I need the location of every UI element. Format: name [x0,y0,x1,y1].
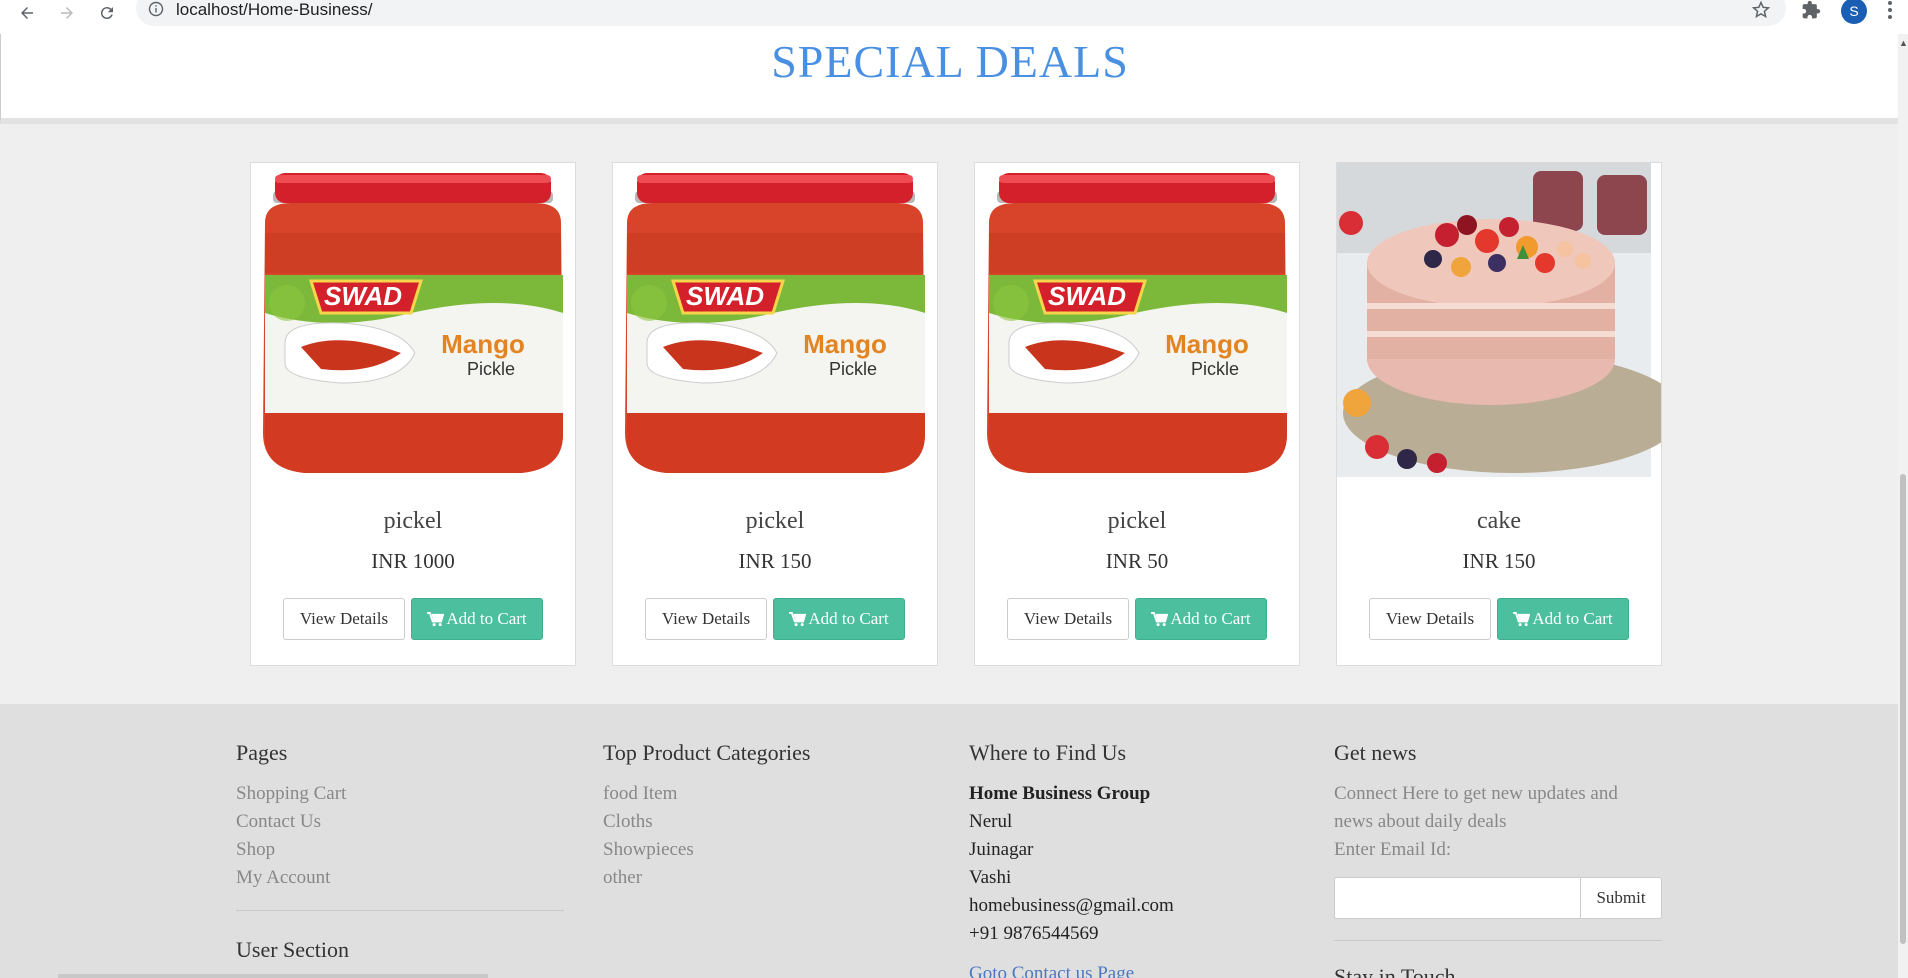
footer-link-contact-us[interactable]: Contact Us [236,808,566,836]
profile-avatar[interactable]: S [1841,0,1867,24]
scrollbar-thumb[interactable] [1900,474,1906,944]
product-card: SWAD Mango Pickle pickel INR 1000 View D… [250,162,576,666]
info-icon[interactable] [148,1,164,17]
view-details-button[interactable]: View Details [1369,598,1491,640]
add-to-cart-label: Add to Cart [808,609,889,628]
extensions-puzzle-icon[interactable] [1801,0,1821,20]
page-content: SPECIAL DEALS SWAD Mango Pickle pickel I… [0,34,1898,978]
forward-arrow-icon[interactable] [56,2,78,24]
product-price: INR 1000 [371,549,455,573]
view-details-label: View Details [661,609,751,628]
footer-pages-heading: Pages [236,740,288,765]
jar-product-subtext: Pickle [467,359,515,379]
jar-product-text: Mango [1165,329,1249,359]
footer-news-column: Get news Connect Here to get new updates… [1334,740,1674,978]
footer-link-showpieces[interactable]: Showpieces [603,836,943,864]
url-text[interactable]: localhost/Home-Business/ [176,0,373,20]
special-deals-header: SPECIAL DEALS [0,34,1898,124]
back-arrow-icon[interactable] [16,2,38,24]
product-name: pickel [1107,508,1167,534]
newsletter-submit-button[interactable]: Submit [1580,877,1662,919]
footer-divider [1334,940,1662,941]
jar-brand-text: SWAD [686,281,764,311]
footer-find-us-column: Where to Find Us Home Business Group Ner… [969,740,1309,978]
vertical-scrollbar[interactable]: ▲ [1898,34,1908,978]
footer-categories-column: Top Product Categories food Item Cloths … [603,740,943,892]
add-to-cart-button[interactable]: Add to Cart [411,598,543,640]
footer-link-cloths[interactable]: Cloths [603,808,943,836]
jar-product-subtext: Pickle [829,359,877,379]
footer-link-food-item[interactable]: food Item [603,780,943,808]
footer-divider [236,910,564,911]
add-to-cart-label: Add to Cart [1170,609,1251,628]
scroll-up-arrow-icon[interactable]: ▲ [1899,38,1908,48]
product-card: SWAD Mango Pickle pickel INR 50 View Det… [974,162,1300,666]
footer-pages-column: Pages Shopping Cart Contact Us Shop My A… [236,740,566,977]
add-to-cart-button[interactable]: Add to Cart [773,598,905,640]
view-details-button[interactable]: View Details [1007,598,1129,640]
view-details-button[interactable]: View Details [283,598,405,640]
cart-icon [1151,611,1169,626]
add-to-cart-label: Add to Cart [1532,609,1613,628]
product-price: INR 150 [738,549,812,573]
footer-link-my-account[interactable]: My Account [236,864,566,892]
add-to-cart-label: Add to Cart [446,609,527,628]
cart-icon [789,611,807,626]
newsletter-email-input[interactable] [1334,877,1580,919]
news-description: Connect Here to get new updates and news… [1334,783,1618,832]
contact-phone: +91 9876544569 [969,923,1099,944]
product-price: INR 150 [1462,549,1536,573]
add-to-cart-button[interactable]: Add to Cart [1135,598,1267,640]
footer-link-shopping-cart[interactable]: Shopping Cart [236,780,566,808]
add-to-cart-button[interactable]: Add to Cart [1497,598,1629,640]
product-card: cake INR 150 View Details Add to Cart [1336,162,1683,666]
submit-label: Submit [1596,888,1646,907]
footer-link-shop[interactable]: Shop [236,836,566,864]
browser-toolbar: localhost/Home-Business/ S [0,0,1908,34]
jar-brand-text: SWAD [324,281,402,311]
email-label: Enter Email Id: [1334,839,1452,860]
contact-email: homebusiness@gmail.com [969,895,1174,916]
contact-page-link[interactable]: Goto Contact us Page [969,960,1309,978]
footer: Pages Shopping Cart Contact Us Shop My A… [0,704,1898,978]
footer-news-heading: Get news [1334,740,1417,765]
horizontal-scrollbar-thumb[interactable] [58,974,488,978]
product-image[interactable]: SWAD Mango Pickle [975,163,1299,483]
address-line: Nerul [969,811,1013,832]
footer-link-other[interactable]: other [603,864,943,892]
address-bar[interactable] [136,0,1786,26]
footer-categories-heading: Top Product Categories [603,740,811,765]
product-image[interactable]: SWAD Mango Pickle [251,163,575,483]
product-image[interactable]: SWAD Mango Pickle [613,163,937,483]
address-line: Juinagar [969,839,1034,860]
view-details-label: View Details [1385,609,1475,628]
cart-icon [427,611,445,626]
product-card: SWAD Mango Pickle pickel INR 150 View De… [612,162,938,666]
company-name: Home Business Group [969,783,1151,804]
reload-icon[interactable] [96,2,118,24]
page-title: SPECIAL DEALS [771,36,1129,87]
stay-in-touch-heading: Stay in Touch [1334,964,1456,978]
jar-product-subtext: Pickle [1191,359,1239,379]
footer-find-us-heading: Where to Find Us [969,740,1127,765]
bookmark-star-icon[interactable] [1751,0,1771,20]
product-name: pickel [383,508,443,534]
footer-user-section-heading: User Section [236,937,350,962]
product-name: pickel [745,508,805,534]
view-details-label: View Details [299,609,389,628]
jar-product-text: Mango [441,329,525,359]
view-details-button[interactable]: View Details [645,598,767,640]
product-image[interactable] [1337,163,1683,483]
cart-icon [1513,611,1531,626]
jar-product-text: Mango [803,329,887,359]
address-line: Vashi [969,867,1012,888]
view-details-label: View Details [1023,609,1113,628]
product-name: cake [1477,508,1521,534]
menu-kebab-icon[interactable] [1886,0,1894,20]
jar-brand-text: SWAD [1048,281,1126,311]
product-price: INR 50 [1105,549,1169,573]
